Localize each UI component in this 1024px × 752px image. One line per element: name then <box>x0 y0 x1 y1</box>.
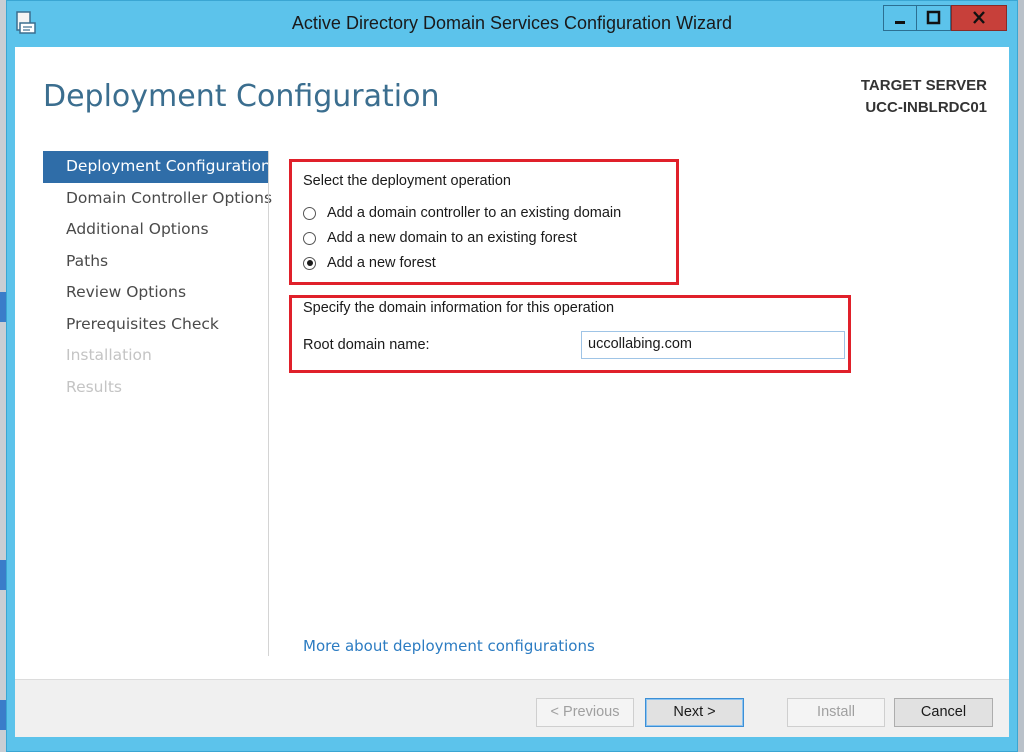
nav-item-additional-options[interactable]: Additional Options <box>43 214 268 246</box>
option-label: Add a new forest <box>327 255 436 271</box>
nav-item-deployment-configuration[interactable]: Deployment Configuration <box>43 151 271 183</box>
minimize-icon <box>895 21 905 24</box>
page-title: Deployment Configuration <box>43 79 440 114</box>
more-about-deployment-link[interactable]: More about deployment configurations <box>303 637 595 655</box>
install-button[interactable]: Install <box>787 698 885 727</box>
minimize-button[interactable] <box>883 5 917 31</box>
close-button[interactable] <box>951 5 1007 31</box>
option-add-dc-existing-domain[interactable]: Add a domain controller to an existing d… <box>303 203 621 223</box>
option-add-domain-existing-forest[interactable]: Add a new domain to an existing forest <box>303 228 577 248</box>
root-domain-label: Root domain name: <box>303 337 430 353</box>
next-button[interactable]: Next > <box>645 698 744 727</box>
target-server-label: TARGET SERVER <box>860 77 987 94</box>
ad-wizard-icon <box>15 11 37 35</box>
close-icon <box>973 11 985 24</box>
window-title: Active Directory Domain Services Configu… <box>291 13 733 33</box>
previous-button[interactable]: < Previous <box>536 698 634 727</box>
option-label: Add a domain controller to an existing d… <box>327 205 622 221</box>
wizard-footer: < Previous Next > Install Cancel <box>15 679 1009 737</box>
deployment-operation-label: Select the deployment operation <box>303 173 511 189</box>
maximize-button[interactable] <box>917 5 951 31</box>
nav-item-review-options[interactable]: Review Options <box>43 277 268 309</box>
wizard-window: Active Directory Domain Services Configu… <box>6 0 1018 752</box>
title-bar[interactable]: Active Directory Domain Services Configu… <box>7 1 1017 47</box>
nav-item-prerequisites-check[interactable]: Prerequisites Check <box>43 309 268 341</box>
nav-item-results: Results <box>66 377 122 396</box>
maximize-icon <box>926 10 941 25</box>
radio-add-dc-existing-domain[interactable] <box>303 206 316 220</box>
domain-info-label: Specify the domain information for this … <box>303 300 615 316</box>
nav-item-installation: Installation <box>66 346 152 364</box>
nav-item-paths[interactable]: Paths <box>43 246 268 278</box>
radio-add-new-forest[interactable] <box>303 256 316 270</box>
cancel-button[interactable]: Cancel <box>894 698 993 727</box>
root-domain-input[interactable]: uccollabing.com <box>581 331 845 359</box>
nav-divider <box>268 151 269 656</box>
option-add-new-forest[interactable]: Add a new forest <box>303 253 436 273</box>
target-server-name: UCC-INBLRDC01 <box>865 99 987 116</box>
wizard-content: Deployment Configuration TARGET SERVER U… <box>15 47 1009 737</box>
wizard-nav: Deployment Configuration Domain Controll… <box>43 151 272 403</box>
option-label: Add a new domain to an existing forest <box>327 230 577 246</box>
radio-add-domain-existing-forest[interactable] <box>303 231 316 245</box>
nav-item-domain-controller-options[interactable]: Domain Controller Options <box>43 183 272 215</box>
